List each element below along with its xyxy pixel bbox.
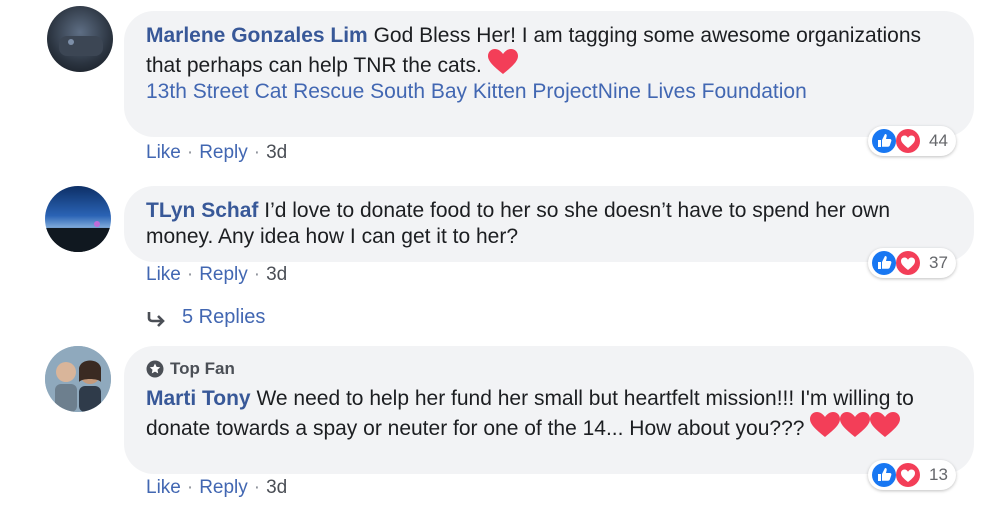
reply-link[interactable]: Reply: [199, 264, 248, 285]
heart-emoji-icon: [487, 49, 518, 74]
heart-emoji-icon: [870, 412, 901, 437]
reaction-icons: [872, 463, 920, 487]
view-replies-link[interactable]: 5 Replies: [146, 306, 265, 329]
avatar-photo: [59, 36, 103, 56]
tag-link[interactable]: 13th Street Cat Rescue: [146, 80, 364, 103]
reaction-count: 44: [929, 131, 948, 150]
badge-label: Top Fan: [170, 359, 235, 378]
heart-emoji-icon: [840, 412, 871, 437]
tag-link[interactable]: South Bay Kitten Project: [370, 80, 598, 103]
comment-text: I’d love to donate food to her so she do…: [146, 199, 891, 248]
tag-link[interactable]: Nine Lives Foundation: [598, 80, 807, 103]
separator: ·: [253, 142, 261, 163]
comment-text: We need to help her fund her small but h…: [146, 387, 914, 440]
separator: ·: [186, 142, 194, 163]
comment-actions: Like · Reply · 3d: [146, 264, 287, 286]
top-fan-badge: Top Fan: [146, 356, 952, 382]
like-link[interactable]: Like: [146, 264, 181, 285]
comment-author[interactable]: Marti Tony: [146, 387, 251, 410]
reply-link[interactable]: Reply: [199, 477, 248, 498]
reaction-icons: [872, 129, 920, 153]
reaction-summary[interactable]: 37: [868, 248, 956, 278]
reply-arrow-icon: [147, 311, 165, 327]
comment-actions: Like · Reply · 3d: [146, 477, 287, 499]
timestamp[interactable]: 3d: [266, 142, 287, 163]
reaction-icons: [872, 251, 920, 275]
top-fan-icon: [146, 360, 164, 378]
like-link[interactable]: Like: [146, 142, 181, 163]
timestamp[interactable]: 3d: [266, 477, 287, 498]
avatar[interactable]: [45, 346, 111, 412]
avatar[interactable]: [45, 186, 111, 252]
reaction-summary[interactable]: 44: [868, 126, 956, 156]
heart-emoji-icon: [810, 412, 841, 437]
reply-link[interactable]: Reply: [199, 142, 248, 163]
comment-bubble: Top Fan Marti Tony We need to help her f…: [124, 346, 974, 474]
avatar-photo: [45, 221, 111, 252]
replies-label[interactable]: 5 Replies: [182, 306, 265, 329]
comment-actions: Like · Reply · 3d: [146, 142, 287, 164]
separator: ·: [253, 264, 261, 285]
avatar-photo: [45, 346, 111, 412]
separator: ·: [253, 477, 261, 498]
comment-author[interactable]: TLyn Schaf: [146, 199, 258, 222]
separator: ·: [186, 477, 194, 498]
timestamp[interactable]: 3d: [266, 264, 287, 285]
reaction-summary[interactable]: 13: [868, 460, 956, 490]
comment-author[interactable]: Marlene Gonzales Lim: [146, 24, 368, 47]
comment-bubble: Marlene Gonzales Lim God Bless Her! I am…: [124, 11, 974, 137]
like-link[interactable]: Like: [146, 477, 181, 498]
reaction-count: 13: [929, 465, 948, 484]
comment-bubble: TLyn Schaf I’d love to donate food to he…: [124, 186, 974, 262]
avatar[interactable]: [47, 6, 113, 72]
separator: ·: [186, 264, 194, 285]
reaction-count: 37: [929, 253, 948, 272]
